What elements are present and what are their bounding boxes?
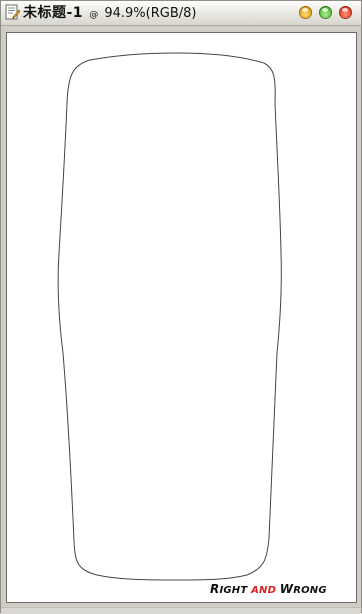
- canvas-area[interactable]: RIGHT AND WRONG: [6, 32, 357, 603]
- watermark-w: W: [279, 582, 294, 596]
- close-icon[interactable]: [339, 6, 352, 19]
- minimize-icon[interactable]: [299, 6, 312, 19]
- window-title: 未标题-1 @ 94.9%(RGB/8): [23, 4, 196, 22]
- document-window: 未标题-1 @ 94.9%(RGB/8) RIGHT AND WRONG: [0, 0, 362, 614]
- watermark-rong: RONG: [293, 585, 327, 596]
- title-bar[interactable]: 未标题-1 @ 94.9%(RGB/8): [1, 1, 361, 26]
- phone-outline-path: [57, 52, 282, 581]
- maximize-icon[interactable]: [319, 6, 332, 19]
- watermark-and: AND: [251, 585, 277, 596]
- watermark-ight: IGHT: [219, 585, 248, 596]
- watermark-logo: RIGHT AND WRONG: [210, 582, 327, 596]
- document-icon: [5, 4, 20, 20]
- zoom-mode-label: 94.9%(RGB/8): [104, 6, 197, 21]
- title-at-symbol: @: [89, 10, 99, 20]
- document-name: 未标题-1: [23, 5, 84, 21]
